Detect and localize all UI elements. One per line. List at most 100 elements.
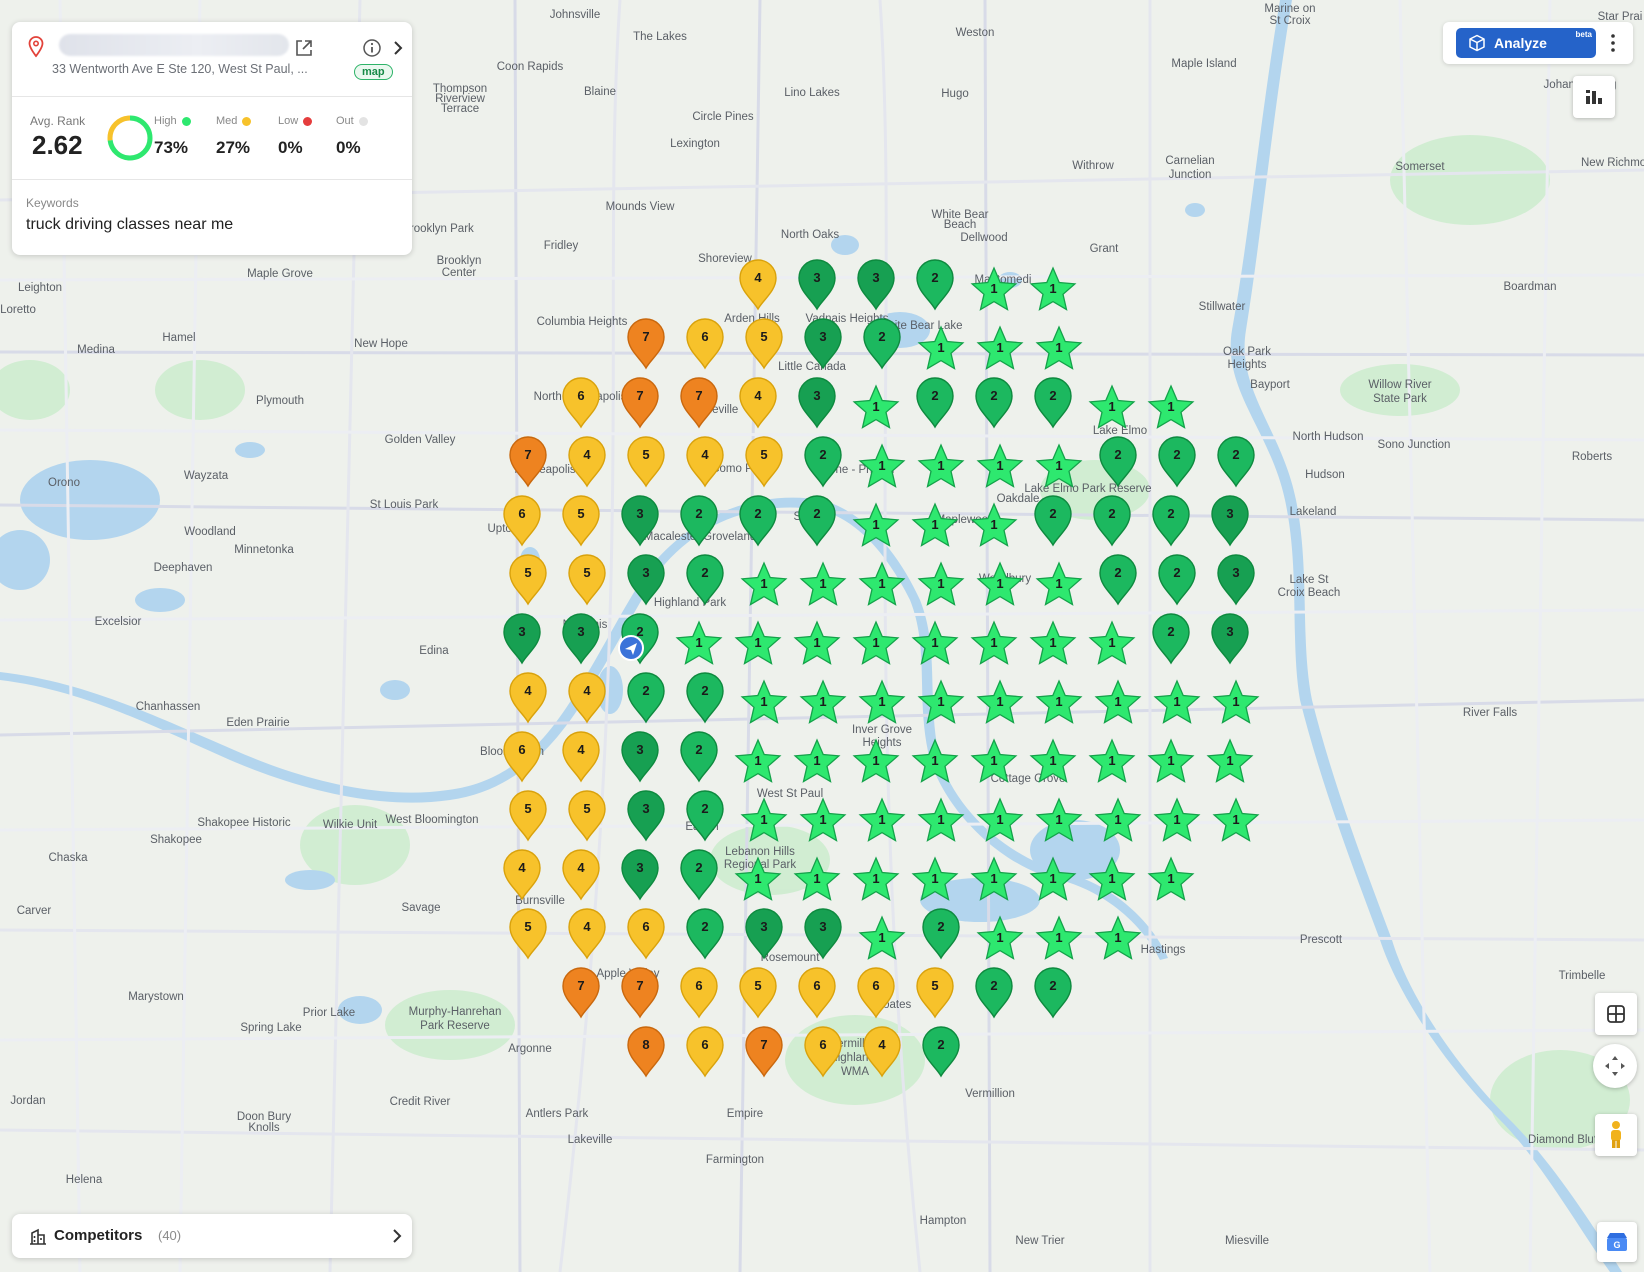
street-view-button[interactable] [1595,1114,1637,1156]
place-label: Grant [1090,243,1120,255]
place-label: Golden Valley [385,434,456,446]
place-label: Oak Park [1223,346,1271,358]
rank-number: 1 [931,753,938,768]
place-label: Murphy-Hanrehan [409,1006,502,1018]
place-label: Wayzata [184,470,229,482]
rank-number: 2 [1114,565,1121,580]
place-label: Lake Elmo Park Reserve [1024,483,1151,495]
divider [12,96,412,97]
buildings-icon [30,1228,46,1245]
place-label: Inver Grove [852,724,912,736]
rank-number: 1 [872,871,879,886]
stat-high-label: High [154,115,177,127]
place-label: Prior Lake [303,1007,355,1019]
rank-number: 2 [878,329,885,344]
rank-number: 7 [695,388,702,403]
rank-number: 1 [990,753,997,768]
rank-number: 4 [577,860,585,875]
info-icon[interactable] [362,38,382,58]
rank-number: 5 [760,447,767,462]
rank-number: 1 [931,517,938,532]
place-label: Hastings [1141,944,1186,956]
place-label: Shakopee Historic [197,817,291,829]
svg-text:G: G [1613,1240,1620,1250]
analyze-button[interactable]: Analyze beta [1456,28,1596,58]
more-options-icon[interactable] [1603,32,1623,54]
grid-toggle-button[interactable] [1595,993,1637,1035]
place-label: Jordan [10,1095,45,1107]
rank-number: 2 [1049,978,1056,993]
place-label: St Louis Park [370,499,439,511]
rank-number: 3 [872,270,879,285]
place-label: Center [442,267,477,279]
place-label: Marystown [128,991,184,1003]
place-label: Junction [1169,169,1212,181]
rank-number: 1 [931,871,938,886]
rank-number: 1 [1167,753,1174,768]
rank-number: 3 [636,742,643,757]
place-label: Savage [401,902,440,914]
place-label: Blaine [584,86,616,98]
place-label: New Hope [354,338,408,350]
rank-number: 1 [813,753,820,768]
cube-icon [1469,34,1485,52]
rank-number: 1 [1049,635,1056,650]
rank-number: 2 [642,683,649,698]
place-label: Brooklyn [437,255,482,267]
external-link-icon[interactable] [294,38,314,58]
rank-number: 3 [518,624,525,639]
stat-low-label: Low [278,115,299,127]
rank-number: 6 [813,978,820,993]
chevron-right-icon[interactable] [390,38,406,58]
pan-control-button[interactable] [1593,1044,1637,1088]
rank-number: 7 [642,329,649,344]
rank-number: 3 [1226,624,1233,639]
rank-number: 6 [577,388,584,403]
map-badge[interactable]: map [354,64,393,80]
rank-number: 1 [996,694,1003,709]
place-label: Roberts [1572,451,1613,463]
rank-number: 3 [642,801,649,816]
rank-number: 1 [996,340,1003,355]
rank-number: 2 [1114,447,1121,462]
place-label: Heights [1228,359,1267,371]
place-label: The Lakes [633,31,687,43]
rank-number: 1 [1108,871,1115,886]
business-header: 33 Wentworth Ave E Ste 120, West St Paul… [12,22,412,96]
place-label: Beach [944,219,977,231]
rank-number: 1 [931,635,938,650]
rank-number: 7 [760,1037,767,1052]
rank-number: 1 [1226,753,1233,768]
rank-number: 1 [813,635,820,650]
rank-number: 1 [754,753,761,768]
bar-chart-icon [1586,90,1602,104]
place-label: Diamond Bluff [1528,1134,1601,1146]
rank-number: 1 [878,930,885,945]
place-label: Lake St [1290,574,1330,586]
rank-number: 1 [937,812,944,827]
place-label: Carver [17,905,52,917]
rank-number: 1 [937,576,944,591]
rank-number: 1 [819,576,826,591]
rank-number: 6 [695,978,702,993]
rank-number: 6 [819,1037,826,1052]
place-label: Miesville [1225,1235,1269,1247]
place-label: Plymouth [256,395,304,407]
place-label: Deephaven [154,562,213,574]
keywords-label: Keywords [26,196,79,210]
chart-toggle-button[interactable] [1573,76,1615,118]
rank-number: 5 [931,978,938,993]
competitors-bar[interactable]: Competitors (40) [12,1214,412,1258]
rank-number: 1 [1108,635,1115,650]
rank-number: 1 [754,635,761,650]
rank-number: 2 [937,919,944,934]
rank-number: 4 [754,270,762,285]
rank-number: 1 [1049,871,1056,886]
google-business-button[interactable]: G [1597,1222,1637,1262]
location-pin-icon [28,36,44,58]
stat-low: Low 0% [278,114,313,158]
rank-number: 1 [1108,399,1115,414]
stat-high-value: 73% [154,138,189,157]
rank-number: 1 [878,694,885,709]
rank-number: 3 [819,919,826,934]
